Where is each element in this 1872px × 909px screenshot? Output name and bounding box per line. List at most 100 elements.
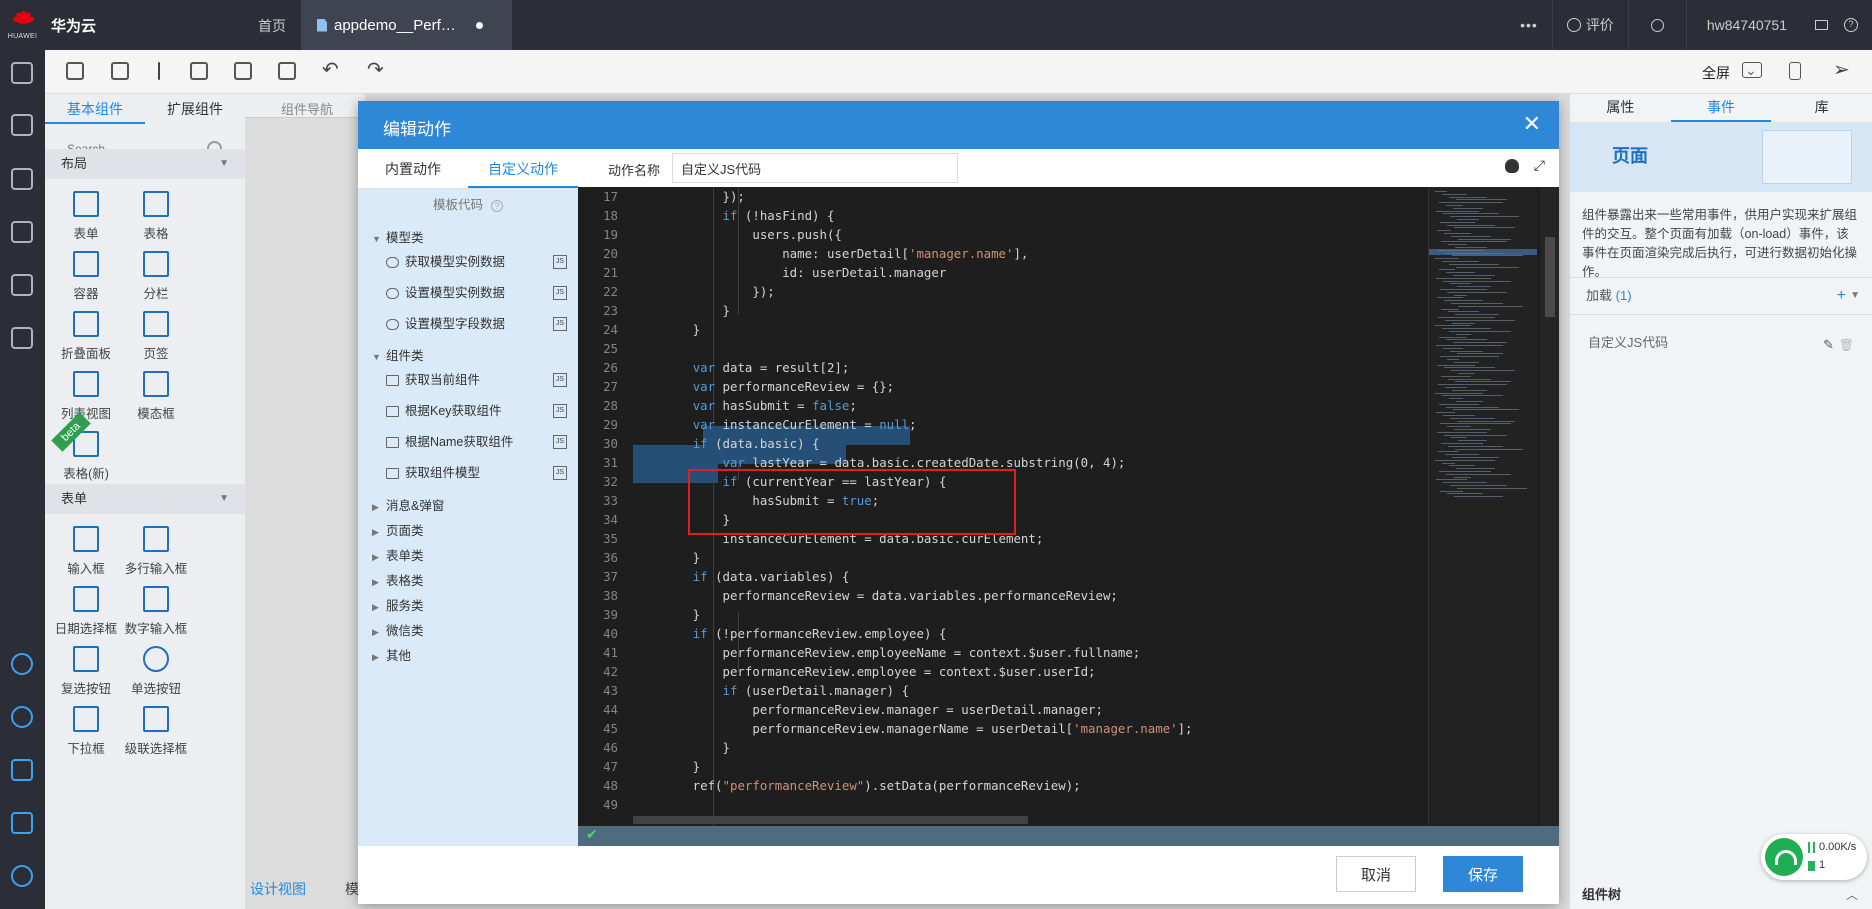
model-view-tab[interactable]: 模 [345,879,359,899]
save-icon[interactable] [190,62,208,80]
unsaved-dot-icon[interactable] [475,21,483,29]
feedback-button[interactable]: 评价 [1553,15,1628,35]
code-minimap[interactable] [1428,187,1537,826]
onload-event-row[interactable]: 加载 (1) + ▼ [1570,278,1872,314]
js-icon[interactable]: JS [553,286,567,300]
group-collapsed[interactable]: ▶ 其他 [372,645,411,664]
cancel-button[interactable]: 取消 [1336,856,1416,892]
component-tree-title[interactable]: 组件树 [1582,884,1621,903]
network-monitor-widget[interactable]: 0.00K/s 1 [1761,834,1867,880]
component-tabs[interactable]: 页签 [116,311,196,362]
section-form[interactable]: 表单 ▼ [45,484,245,514]
js-icon[interactable]: JS [553,404,567,418]
redo-icon[interactable]: ↷ [367,60,385,80]
caret-down-icon[interactable]: ▼ [1850,278,1860,314]
js-icon[interactable]: JS [553,317,567,331]
section-layout[interactable]: 布局 ▼ [45,149,245,179]
template-item[interactable]: 根据Key获取组件 JS [386,401,571,421]
breadcrumb-label[interactable]: 组件导航 [281,99,333,118]
template-item[interactable]: 获取组件模型 JS [386,463,571,483]
tab-attributes[interactable]: 属性 [1570,94,1671,122]
add-icon[interactable]: + [1837,278,1846,314]
group-model[interactable]: ▼ 模型类 [372,227,424,246]
component-textarea[interactable]: 多行输入框 [116,526,196,577]
brand-name[interactable]: 华为云 [51,15,96,36]
tab-events[interactable]: 事件 [1670,94,1772,122]
preview-icon[interactable] [278,62,296,80]
share-nodes-icon[interactable] [11,221,33,243]
console-icon[interactable] [11,759,33,781]
import-icon[interactable] [11,168,33,190]
chevron-up-icon[interactable]: ︿ [1846,886,1858,903]
fullscreen-select[interactable]: 全屏 [1702,63,1730,83]
sitemap-icon[interactable] [11,62,33,84]
component-list-view[interactable]: 列表视图 [46,371,126,422]
scrollbar-thumb[interactable] [1545,237,1555,317]
component-radio[interactable]: 单选按钮 [116,646,196,697]
template-item[interactable]: 设置模型字段数据 JS [386,314,571,334]
history-icon[interactable] [11,274,33,296]
target-icon[interactable] [11,706,33,728]
component-date-picker[interactable]: 日期选择框 [46,586,126,637]
group-collapsed[interactable]: ▶ 表格类 [372,570,424,589]
component-modal[interactable]: 模态框 [116,371,196,422]
huawei-logo[interactable]: HUAWEI [0,0,45,50]
home-tab[interactable]: 首页 [258,16,286,36]
tab-library[interactable]: 库 [1771,94,1872,122]
send-icon[interactable]: ➢ [1833,60,1851,80]
horizontal-scrollbar[interactable] [633,816,1028,824]
js-icon[interactable]: JS [553,255,567,269]
wrench-icon[interactable] [11,812,33,834]
edit-pencil-icon[interactable]: ✎ [1823,333,1834,357]
expand-icon[interactable]: ⤢ [1534,157,1545,174]
save-button[interactable]: 保存 [1443,856,1523,892]
js-icon[interactable]: JS [553,466,567,480]
group-collapsed[interactable]: ▶ 消息&弹窗 [372,495,444,514]
component-table[interactable]: 表格 [116,191,196,242]
action-name-input[interactable] [672,153,958,183]
tab-extended-components[interactable]: 扩展组件 [145,94,245,124]
layers-icon[interactable] [11,114,33,136]
template-item[interactable]: 获取模型实例数据 JS [386,252,571,272]
component-cascader[interactable]: 级联选择框 [116,706,196,757]
group-collapsed[interactable]: ▶ 服务类 [372,595,424,614]
component-collapse[interactable]: 折叠面板 [46,311,126,362]
component-container[interactable]: 容器 [46,251,126,302]
save-as-icon[interactable] [234,62,252,80]
component-form[interactable]: 表单 [46,191,126,242]
component-number-input[interactable]: 数字输入框 [116,586,196,637]
search-button[interactable] [1629,18,1686,32]
mail-icon[interactable] [1807,20,1836,30]
template-item[interactable]: 根据Name获取组件 JS [386,432,571,452]
group-collapsed[interactable]: ▶ 页面类 [372,520,424,539]
more-button[interactable]: ••• [1506,17,1552,33]
mobile-icon[interactable] [1789,62,1801,80]
undo-icon[interactable]: ↶ [322,60,340,80]
lock-icon[interactable] [66,62,84,80]
group-component[interactable]: ▼ 组件类 [372,345,424,364]
help-icon[interactable]: ? [1836,18,1872,32]
component-select[interactable]: 下拉框 [46,706,126,757]
unlock-icon[interactable] [111,62,129,80]
tab-builtin-actions[interactable]: 内置动作 [358,149,468,188]
template-item[interactable]: 获取当前组件 JS [386,370,571,390]
help-icon[interactable]: ? [491,200,503,212]
close-icon[interactable]: ✕ [1523,111,1541,137]
event-action-item[interactable]: 自定义JS代码 ✎ 🗑 [1584,331,1858,355]
component-input[interactable]: 输入框 [46,526,126,577]
cloud-upload-icon[interactable] [11,865,33,887]
js-icon[interactable]: JS [553,435,567,449]
debug-bug-icon[interactable] [1505,159,1519,173]
username[interactable]: hw84740751 [1687,17,1807,33]
desktop-icon[interactable] [1742,62,1762,78]
template-item[interactable]: 设置模型实例数据 JS [386,283,571,303]
design-view-tab[interactable]: 设计视图 [250,879,306,899]
group-collapsed[interactable]: ▶ 微信类 [372,620,424,639]
component-checkbox[interactable]: 复选按钮 [46,646,126,697]
tab-custom-actions[interactable]: 自定义动作 [468,149,578,188]
run-icon[interactable] [11,327,33,349]
trash-icon[interactable]: 🗑 [1839,333,1854,357]
tab-basic-components[interactable]: 基本组件 [45,94,145,124]
cursor-icon[interactable] [158,62,160,80]
component-columns[interactable]: 分栏 [116,251,196,302]
